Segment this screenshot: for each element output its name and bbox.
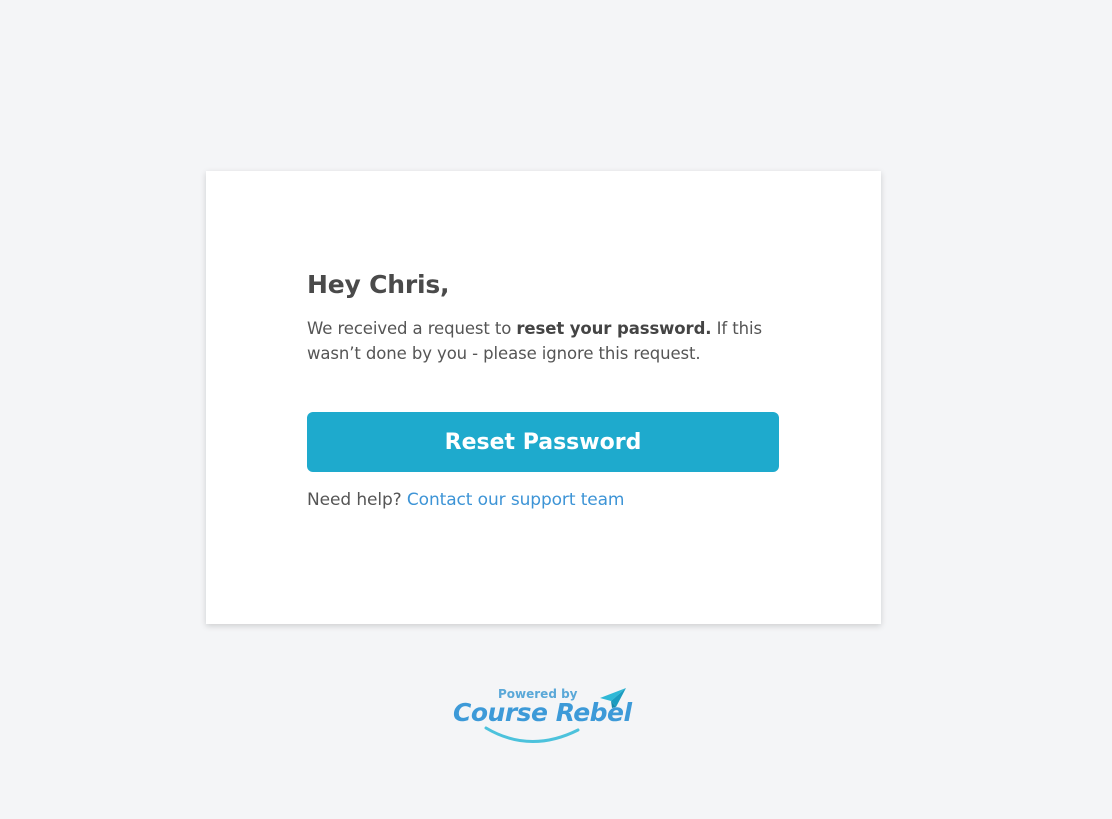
- help-text: Need help?: [307, 490, 407, 510]
- paper-plane-icon: [600, 688, 626, 708]
- support-link[interactable]: Contact our support team: [407, 490, 625, 510]
- help-line: Need help? Contact our support team: [307, 488, 779, 512]
- email-content: Hey Chris, We received a request to rese…: [307, 268, 779, 512]
- message-text-start: We received a request to: [307, 319, 517, 338]
- reset-message: We received a request to reset your pass…: [307, 316, 779, 366]
- swoosh-icon: [484, 726, 580, 743]
- reset-password-button[interactable]: Reset Password: [307, 412, 779, 472]
- greeting-heading: Hey Chris,: [307, 270, 450, 299]
- email-card: Hey Chris, We received a request to rese…: [206, 171, 881, 624]
- course-rebel-logo[interactable]: Powered by Course Rebel: [452, 684, 634, 748]
- message-emphasis: reset your password.: [516, 319, 712, 338]
